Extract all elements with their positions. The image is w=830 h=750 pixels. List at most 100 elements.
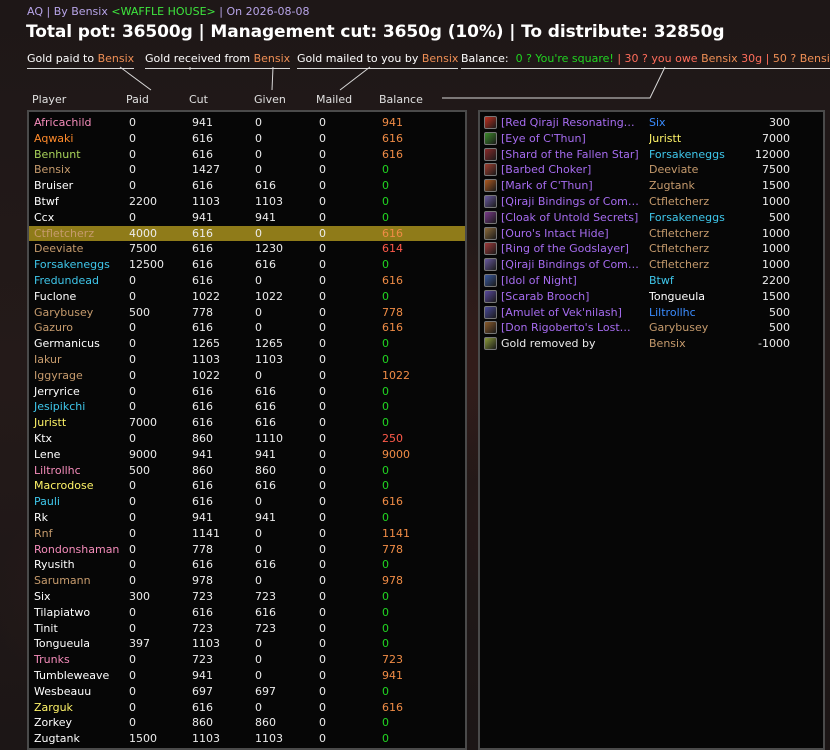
player-row[interactable]: Juristt 7000 616 616 0 0 xyxy=(29,415,465,430)
given-cell: 616 xyxy=(255,384,276,398)
player-row[interactable]: Benhunt 0 616 0 0 616 xyxy=(29,147,465,162)
given-cell: 0 xyxy=(255,147,262,161)
player-row[interactable]: Bruiser 0 616 616 0 0 xyxy=(29,178,465,193)
balance-cell: 778 xyxy=(382,305,403,319)
loot-row[interactable]: [Barbed Choker] Deeviate 7500 xyxy=(480,162,823,177)
loot-row[interactable]: [Scarab Brooch] Tongueula 1500 xyxy=(480,289,823,304)
player-row[interactable]: Jerryrice 0 616 616 0 0 xyxy=(29,384,465,399)
item-name[interactable]: [Qiraji Bindings of Com… xyxy=(501,195,639,208)
brooch-icon xyxy=(484,289,497,303)
player-row[interactable]: Lene 9000 941 941 0 9000 xyxy=(29,447,465,462)
column-header-given[interactable]: Given xyxy=(254,93,286,106)
item-name[interactable]: [Don Rigoberto's Lost… xyxy=(501,321,639,334)
item-name[interactable]: [Ring of the Godslayer] xyxy=(501,242,639,255)
player-row[interactable]: Fuclone 0 1022 1022 0 0 xyxy=(29,289,465,304)
item-name[interactable]: [Shard of the Fallen Star] xyxy=(501,148,639,161)
player-row[interactable]: Liltrollhc 500 860 860 0 0 xyxy=(29,463,465,478)
player-row[interactable]: Ctfletcherz 4000 616 0 0 616 xyxy=(29,225,465,241)
loot-row[interactable]: [Amulet of Vek'nilash] Liltrollhc 500 xyxy=(480,305,823,320)
player-row[interactable]: Trunks 0 723 0 0 723 xyxy=(29,652,465,667)
cut-cell: 1103 xyxy=(192,637,220,651)
item-name[interactable]: [Cloak of Untold Secrets] xyxy=(501,211,639,224)
loot-row[interactable]: [Qiraji Bindings of Com… Ctfletcherz 1000 xyxy=(480,194,823,209)
player-row[interactable]: Ccx 0 941 941 0 0 xyxy=(29,210,465,225)
player-row[interactable]: Wesbeauu 0 697 697 0 0 xyxy=(29,684,465,699)
player-row[interactable]: Gazuro 0 616 0 0 616 xyxy=(29,320,465,335)
player-row[interactable]: Tinit 0 723 723 0 0 xyxy=(29,621,465,636)
legend-balance-label: Balance: xyxy=(461,52,509,65)
loot-row[interactable]: [Mark of C'Thun] Zugtank 1500 xyxy=(480,178,823,193)
column-header-balance[interactable]: Balance xyxy=(379,93,423,106)
item-name[interactable]: [Ouro's Intact Hide] xyxy=(501,227,639,240)
player-row[interactable]: Tongueula 397 1103 0 0 0 xyxy=(29,636,465,651)
column-header-player[interactable]: Player xyxy=(32,93,66,106)
player-row[interactable]: Btwf 2200 1103 1103 0 0 xyxy=(29,194,465,209)
item-buyer: Deeviate xyxy=(649,163,699,177)
item-name[interactable]: [Qiraji Bindings of Com… xyxy=(501,258,639,271)
player-row[interactable]: Germanicus 0 1265 1265 0 0 xyxy=(29,336,465,351)
loot-row[interactable]: [Don Rigoberto's Lost… Garybusey 500 xyxy=(480,320,823,335)
player-row[interactable]: Ktx 0 860 1110 0 250 xyxy=(29,431,465,446)
given-cell: 0 xyxy=(255,653,262,667)
item-amount: 1000 xyxy=(762,242,790,256)
column-header-cut[interactable]: Cut xyxy=(189,93,208,106)
loot-row[interactable]: [Ouro's Intact Hide] Ctfletcherz 1000 xyxy=(480,226,823,241)
player-row[interactable]: Tumbleweave 0 941 0 0 941 xyxy=(29,668,465,683)
column-header-paid[interactable]: Paid xyxy=(126,93,149,106)
player-row[interactable]: Macrodose 0 616 616 0 0 xyxy=(29,478,465,493)
item-name[interactable]: [Mark of C'Thun] xyxy=(501,179,639,192)
creator-name: Bensix xyxy=(71,5,108,18)
loot-row[interactable]: [Idol of Night] Btwf 2200 xyxy=(480,273,823,288)
player-row[interactable]: Tilapiatwo 0 616 616 0 0 xyxy=(29,605,465,620)
cut-cell: 616 xyxy=(192,147,213,161)
player-row[interactable]: Zorkey 0 860 860 0 0 xyxy=(29,715,465,730)
item-name[interactable]: [Idol of Night] xyxy=(501,274,639,287)
cut-cell: 616 xyxy=(192,400,213,414)
item-name[interactable]: [Red Qiraji Resonating… xyxy=(501,116,639,129)
balance-cell: 0 xyxy=(382,558,389,572)
loot-row[interactable]: [Ring of the Godslayer] Ctfletcherz 1000 xyxy=(480,241,823,256)
loot-row[interactable]: [Eye of C'Thun] Juristt 7000 xyxy=(480,131,823,146)
paid-cell: 0 xyxy=(129,605,136,619)
legend-owe-name: Bensix xyxy=(701,52,738,65)
player-name: Ccx xyxy=(34,210,55,224)
player-row[interactable]: Africachild 0 941 0 0 941 xyxy=(29,115,465,130)
player-row[interactable]: Aqwaki 0 616 0 0 616 xyxy=(29,131,465,146)
item-name[interactable]: [Eye of C'Thun] xyxy=(501,132,639,145)
player-row[interactable]: Garybusey 500 778 0 0 778 xyxy=(29,305,465,320)
choker-icon xyxy=(484,163,497,177)
player-row[interactable]: Jesipikchi 0 616 616 0 0 xyxy=(29,399,465,414)
mailed-cell: 0 xyxy=(319,400,326,414)
player-row[interactable]: Six 300 723 723 0 0 xyxy=(29,589,465,604)
loot-row[interactable]: [Red Qiraji Resonating… Six 300 xyxy=(480,115,823,130)
column-header-mailed[interactable]: Mailed xyxy=(316,93,352,106)
player-row[interactable]: Ryusith 0 616 616 0 0 xyxy=(29,557,465,572)
player-row[interactable]: Iggyrage 0 1022 0 0 1022 xyxy=(29,368,465,383)
player-row[interactable]: Bensix 0 1427 0 0 0 xyxy=(29,162,465,177)
player-row[interactable]: Rk 0 941 941 0 0 xyxy=(29,510,465,525)
loot-row[interactable]: [Cloak of Untold Secrets] Forsakeneggs 500 xyxy=(480,210,823,225)
player-row[interactable]: Iakur 0 1103 1103 0 0 xyxy=(29,352,465,367)
loot-row[interactable]: [Qiraji Bindings of Com… Ctfletcherz 1000 xyxy=(480,257,823,272)
mailed-cell: 0 xyxy=(319,289,326,303)
mailed-cell: 0 xyxy=(319,495,326,509)
cut-cell: 1265 xyxy=(192,337,220,351)
player-row[interactable]: Rondonshaman 0 778 0 0 778 xyxy=(29,542,465,557)
item-name[interactable]: [Amulet of Vek'nilash] xyxy=(501,306,639,319)
item-name[interactable]: [Barbed Choker] xyxy=(501,163,639,176)
player-row[interactable]: Fredundead 0 616 0 0 616 xyxy=(29,273,465,288)
player-name: Benhunt xyxy=(34,147,81,161)
legend-received-name: Bensix xyxy=(253,52,291,65)
player-row[interactable]: Sarumann 0 978 0 0 978 xyxy=(29,573,465,588)
player-row[interactable]: Zarguk 0 616 0 0 616 xyxy=(29,700,465,715)
player-row[interactable]: Forsakeneggs 12500 616 616 0 0 xyxy=(29,257,465,272)
player-row[interactable]: Pauli 0 616 0 0 616 xyxy=(29,494,465,509)
player-row[interactable]: Deeviate 7500 616 1230 0 614 xyxy=(29,241,465,256)
item-name[interactable]: [Scarab Brooch] xyxy=(501,290,639,303)
player-row[interactable]: Zugtank 1500 1103 1103 0 0 xyxy=(29,731,465,746)
player-name: Sarumann xyxy=(34,574,91,588)
loot-row[interactable]: Gold removed by Bensix -1000 xyxy=(480,336,823,351)
loot-row[interactable]: [Shard of the Fallen Star] Forsakeneggs 12… xyxy=(480,147,823,162)
paid-cell: 0 xyxy=(129,669,136,682)
player-row[interactable]: Rnf 0 1141 0 0 1141 xyxy=(29,526,465,541)
